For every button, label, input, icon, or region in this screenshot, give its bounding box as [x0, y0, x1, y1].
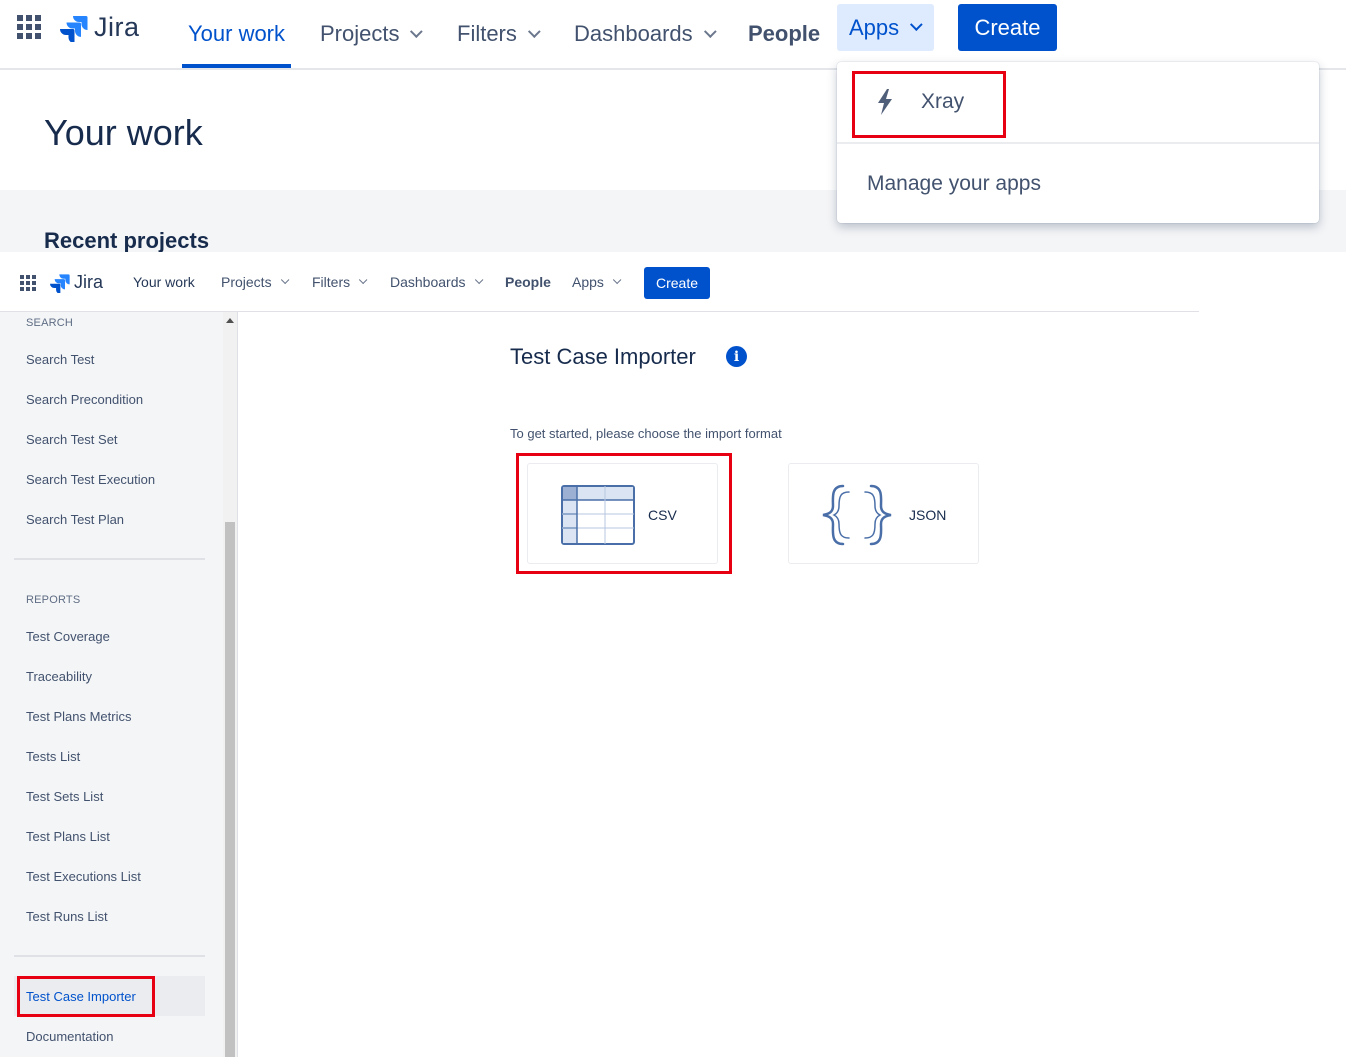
- chevron-down-icon: [703, 24, 717, 38]
- sidebar-item-documentation[interactable]: Documentation: [26, 1029, 113, 1044]
- create-button[interactable]: Create: [644, 267, 710, 299]
- menu-item-manage-apps[interactable]: Manage your apps: [867, 172, 1041, 196]
- menu-divider: [837, 142, 1319, 144]
- sidebar-item-tests-list[interactable]: Tests List: [26, 749, 80, 764]
- chevron-down-icon: [280, 275, 289, 285]
- menu-item-xray-label: Xray: [921, 90, 965, 113]
- nav-apps[interactable]: Apps: [837, 4, 934, 51]
- app-switcher-icon[interactable]: [17, 15, 41, 39]
- nav-apps[interactable]: Apps: [572, 274, 622, 290]
- sidebar-item-test-executions-list[interactable]: Test Executions List: [26, 869, 141, 884]
- sidebar-heading-search: SEARCH: [26, 317, 74, 329]
- import-format-instruction: To get started, please choose the import…: [510, 426, 782, 441]
- jira-logo-icon: [60, 15, 88, 42]
- nav-filters[interactable]: Filters: [312, 274, 368, 290]
- info-icon[interactable]: i: [726, 346, 747, 367]
- chevron-down-icon: [474, 275, 483, 285]
- sidebar-item-search-precondition[interactable]: Search Precondition: [26, 392, 143, 407]
- sidebar-divider: [14, 955, 205, 957]
- nav-your-work[interactable]: Your work: [188, 0, 285, 68]
- sidebar-item-search-test[interactable]: Search Test: [26, 352, 94, 367]
- nav-dashboards-label: Dashboards: [390, 274, 466, 290]
- top-navbar: Jira Your work Projects Filters Dashboar…: [0, 256, 1199, 312]
- app-switcher-icon[interactable]: [20, 275, 36, 291]
- nav-filters[interactable]: Filters: [457, 0, 541, 68]
- nav-filters-label: Filters: [312, 274, 351, 290]
- sidebar-item-traceability[interactable]: Traceability: [26, 669, 92, 684]
- sidebar-item-test-sets-list[interactable]: Test Sets List: [26, 789, 103, 804]
- csv-format-card[interactable]: CSV: [527, 463, 718, 564]
- csv-table-icon: [561, 485, 635, 545]
- nav-projects-label: Projects: [221, 274, 272, 290]
- nav-dashboards[interactable]: Dashboards: [390, 274, 483, 290]
- json-format-card[interactable]: JSON: [788, 463, 979, 564]
- nav-your-work-label: Your work: [133, 274, 195, 290]
- sidebar-divider: [14, 558, 205, 560]
- json-braces-icon: [822, 484, 892, 546]
- apps-dropdown-menu: Xray Manage your apps: [837, 62, 1319, 223]
- main-title: Test Case Importer: [510, 344, 696, 369]
- xray-lightning-icon: [878, 89, 892, 115]
- nav-dashboards-label: Dashboards: [574, 21, 693, 46]
- sidebar-item-test-runs-list[interactable]: Test Runs List: [26, 909, 108, 924]
- chevron-down-icon: [910, 18, 923, 32]
- create-button[interactable]: Create: [958, 4, 1057, 51]
- nav-dashboards[interactable]: Dashboards: [574, 0, 717, 68]
- csv-format-label: CSV: [648, 507, 677, 523]
- sidebar-item-search-test-plan[interactable]: Search Test Plan: [26, 512, 124, 527]
- scroll-up-arrow-icon[interactable]: [226, 318, 234, 323]
- chevron-down-icon: [527, 24, 541, 38]
- recent-projects-heading: Recent projects: [44, 228, 210, 252]
- xray-sidebar: SEARCH Search Test Search Precondition S…: [0, 312, 238, 1057]
- active-tab-indicator: [182, 64, 291, 68]
- zoomed-top-navbar: Jira Your work Projects Filters Dashboar…: [0, 0, 1346, 70]
- sidebar-scrollbar-thumb[interactable]: [225, 522, 235, 1057]
- nav-apps-label: Apps: [849, 14, 900, 40]
- nav-people[interactable]: People: [748, 0, 820, 68]
- chevron-down-icon: [410, 24, 424, 38]
- page-title: Your work: [44, 112, 203, 153]
- jira-logo[interactable]: Jira: [60, 12, 140, 43]
- nav-projects[interactable]: Projects: [320, 0, 424, 68]
- jira-logo-text: Jira: [94, 12, 140, 42]
- sidebar-item-search-test-set[interactable]: Search Test Set: [26, 432, 118, 447]
- sidebar-item-search-test-execution[interactable]: Search Test Execution: [26, 472, 155, 487]
- chevron-down-icon: [359, 275, 368, 285]
- jira-logo-icon: [50, 273, 70, 293]
- nav-people-label: People: [748, 21, 821, 46]
- json-format-label: JSON: [909, 507, 947, 523]
- sidebar-item-test-plans-list[interactable]: Test Plans List: [26, 829, 110, 844]
- chevron-down-icon: [612, 275, 622, 285]
- nav-filters-label: Filters: [457, 21, 517, 46]
- sidebar-heading-reports: REPORTS: [26, 594, 81, 606]
- nav-projects[interactable]: Projects: [221, 274, 289, 290]
- nav-apps-label: Apps: [572, 274, 604, 290]
- menu-item-xray[interactable]: Xray: [837, 62, 1319, 142]
- sidebar-item-test-case-importer[interactable]: Test Case Importer: [26, 989, 136, 1004]
- nav-your-work[interactable]: Your work: [133, 274, 195, 290]
- nav-projects-label: Projects: [320, 21, 400, 46]
- sidebar-item-test-coverage[interactable]: Test Coverage: [26, 629, 110, 644]
- nav-your-work-label: Your work: [188, 21, 286, 46]
- jira-logo-text: Jira: [74, 272, 104, 292]
- sidebar-item-test-plans-metrics[interactable]: Test Plans Metrics: [26, 709, 131, 724]
- nav-people-label: People: [505, 274, 551, 290]
- nav-people[interactable]: People: [505, 274, 551, 290]
- jira-logo[interactable]: Jira: [50, 272, 103, 293]
